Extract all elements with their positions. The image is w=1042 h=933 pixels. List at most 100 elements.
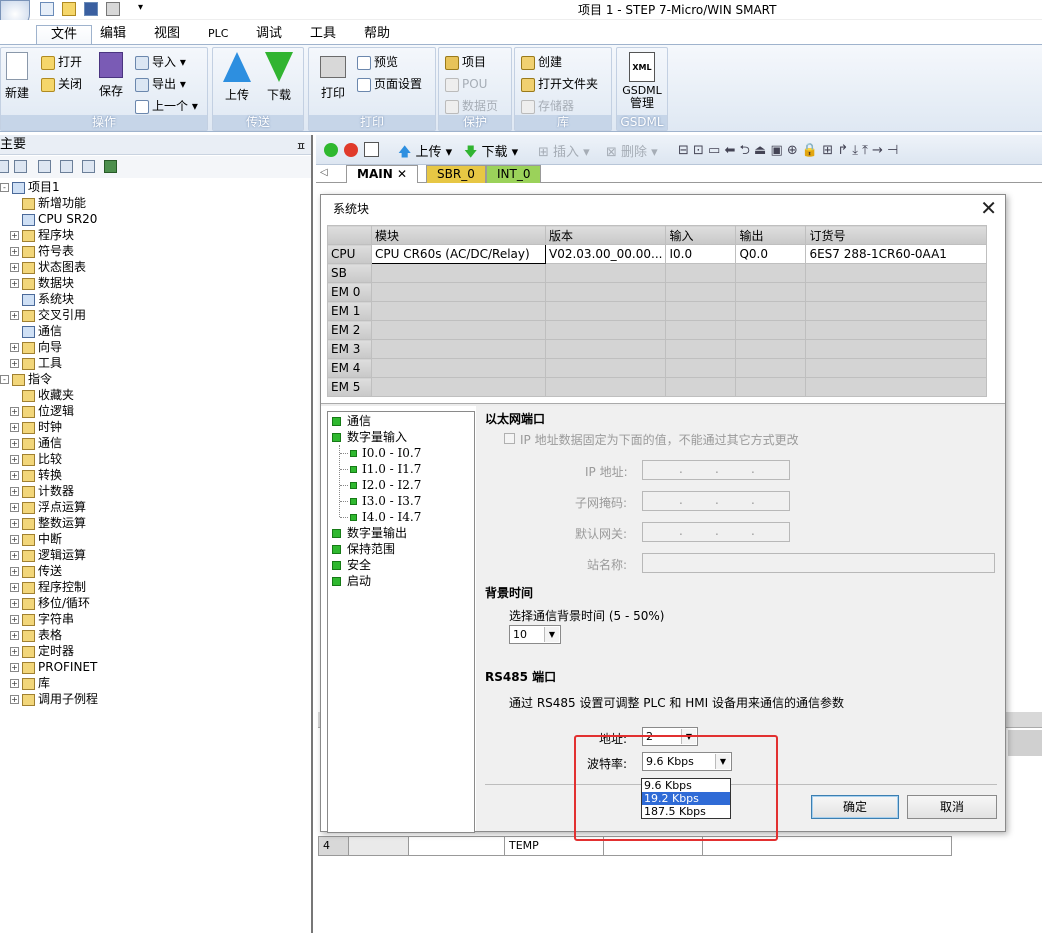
nav-item[interactable]: I2.0 - I2.7: [340, 477, 421, 493]
tree-item[interactable]: + 字符串: [10, 611, 74, 627]
table-row[interactable]: EM 0: [327, 282, 987, 302]
cell-version[interactable]: [544, 358, 667, 378]
cell-module[interactable]: [371, 301, 546, 321]
ip-address-input[interactable]: ...: [642, 460, 790, 480]
gateway-input[interactable]: ...: [642, 522, 790, 542]
expand-icon[interactable]: +: [10, 471, 19, 480]
download-button[interactable]: 下载: [261, 52, 297, 103]
cell-input[interactable]: [665, 320, 737, 340]
save-icon[interactable]: [84, 2, 98, 16]
tree-item[interactable]: + 表格: [10, 627, 62, 643]
expand-icon[interactable]: +: [10, 599, 19, 608]
table-row[interactable]: SB: [327, 263, 987, 283]
tree-item[interactable]: CPU SR20: [10, 211, 97, 227]
cell-order[interactable]: [805, 282, 987, 302]
upload-button[interactable]: 上传: [219, 52, 255, 103]
tree-item[interactable]: + 整数运算: [10, 515, 86, 531]
cell-input[interactable]: [665, 301, 737, 321]
cell-order[interactable]: [805, 301, 987, 321]
tree-item[interactable]: + 计数器: [10, 483, 74, 499]
cell-input[interactable]: [665, 358, 737, 378]
nav-item[interactable]: 数字量输出: [332, 525, 407, 541]
expand-icon[interactable]: +: [10, 695, 19, 704]
tree-item[interactable]: + 调用子例程: [10, 691, 98, 707]
import-button[interactable]: 导入 ▾: [135, 52, 186, 72]
cancel-button[interactable]: 取消: [907, 795, 997, 819]
ok-button[interactable]: 确定: [811, 795, 899, 819]
tab-file[interactable]: 文件: [36, 25, 93, 45]
tab-plc[interactable]: PLC: [194, 25, 242, 45]
cell-version[interactable]: [544, 301, 667, 321]
tab-help[interactable]: 帮助: [350, 25, 404, 45]
nav-item[interactable]: 数字量输入: [332, 429, 407, 445]
expand-icon[interactable]: +: [10, 407, 19, 416]
expand-icon[interactable]: +: [10, 343, 19, 352]
export-button[interactable]: 导出 ▾: [135, 74, 186, 94]
insert-button[interactable]: ⊞ 插入 ▾: [538, 141, 590, 160]
tree-item[interactable]: 新增功能: [10, 195, 86, 211]
cell-output[interactable]: [735, 282, 807, 302]
expand-icon[interactable]: +: [10, 679, 19, 688]
cell-output[interactable]: [735, 339, 807, 359]
nav-item[interactable]: 保持范围: [332, 541, 395, 557]
collapse-icon[interactable]: -: [0, 183, 9, 192]
collapse-icon[interactable]: -: [0, 375, 9, 384]
cell-version[interactable]: [544, 282, 667, 302]
tree-item[interactable]: + 程序块: [10, 227, 74, 243]
tab-sbr0[interactable]: SBR_0: [426, 165, 486, 183]
tree-item[interactable]: + 交叉引用: [10, 307, 86, 323]
expand-icon[interactable]: +: [10, 263, 19, 272]
expand-icon[interactable]: +: [10, 583, 19, 592]
quick-access-dropdown-icon[interactable]: ▾: [138, 2, 143, 13]
cell-module[interactable]: CPU CR60s (AC/DC/Relay): [371, 244, 546, 264]
tree-item[interactable]: - 项目1: [0, 179, 60, 195]
cell-version[interactable]: [544, 339, 667, 359]
tree-item[interactable]: + 比较: [10, 451, 62, 467]
cell-version[interactable]: [544, 377, 667, 397]
nav-item[interactable]: 安全: [332, 557, 371, 573]
tree-item[interactable]: + 程序控制: [10, 579, 86, 595]
tree-item[interactable]: + 位逻辑: [10, 403, 74, 419]
pin-icon[interactable]: ㅍ: [296, 138, 306, 154]
cell-order[interactable]: [805, 339, 987, 359]
editor-upload-button[interactable]: 🡅 上传 ▾: [398, 141, 452, 165]
close-button[interactable]: 关闭: [41, 74, 82, 94]
background-time-select[interactable]: 10 ▼: [509, 625, 561, 644]
expand-icon[interactable]: +: [10, 615, 19, 624]
cell-input[interactable]: [665, 377, 737, 397]
cell-output[interactable]: [735, 301, 807, 321]
cell-output[interactable]: [735, 358, 807, 378]
tree-item[interactable]: + 浮点运算: [10, 499, 86, 515]
save-button[interactable]: 保存: [95, 52, 127, 99]
editor-download-button[interactable]: 🡇 下载 ▾: [464, 141, 518, 165]
tree-item[interactable]: + 移位/循环: [10, 595, 90, 611]
expand-icon[interactable]: +: [10, 567, 19, 576]
page-setup-button[interactable]: 页面设置: [357, 74, 422, 94]
expand-icon[interactable]: +: [10, 647, 19, 656]
expand-icon[interactable]: +: [10, 455, 19, 464]
run-icon[interactable]: [324, 143, 338, 157]
close-icon[interactable]: ✕: [980, 198, 997, 218]
tree-item[interactable]: + 工具: [10, 355, 62, 371]
protect-project-button[interactable]: 项目: [445, 52, 486, 72]
tab-close-icon[interactable]: ✕: [397, 167, 407, 181]
tab-main[interactable]: MAIN ✕: [346, 165, 418, 183]
cell-order[interactable]: [805, 263, 987, 283]
tree-item[interactable]: + 时钟: [10, 419, 62, 435]
tree-item[interactable]: + 数据块: [10, 275, 74, 291]
cell-output[interactable]: [735, 320, 807, 340]
create-library-button[interactable]: 创建: [521, 52, 562, 72]
toolbar-icon-4[interactable]: [60, 160, 73, 173]
cell-version[interactable]: V02.03.00_00.00...: [544, 244, 667, 264]
editor-misc-icons[interactable]: ⊟ ⊡ ▭ ⬅ ⮌ ⏏ ▣ ⊕ 🔒 ⊞ ↱ ⤓ ⤒ → ⊣: [678, 141, 898, 163]
tab-scroll-left-icon[interactable]: ◁: [320, 167, 328, 178]
protect-datapage-button[interactable]: 数据页: [445, 96, 498, 116]
compile-icon[interactable]: [364, 142, 379, 157]
expand-icon[interactable]: +: [10, 487, 19, 496]
fixed-ip-checkbox[interactable]: [504, 433, 515, 444]
stop-icon[interactable]: [344, 143, 358, 157]
cell-order[interactable]: [805, 320, 987, 340]
table-row[interactable]: EM 2: [327, 320, 987, 340]
tab-view[interactable]: 视图: [140, 25, 194, 45]
cell-version[interactable]: [544, 263, 667, 283]
